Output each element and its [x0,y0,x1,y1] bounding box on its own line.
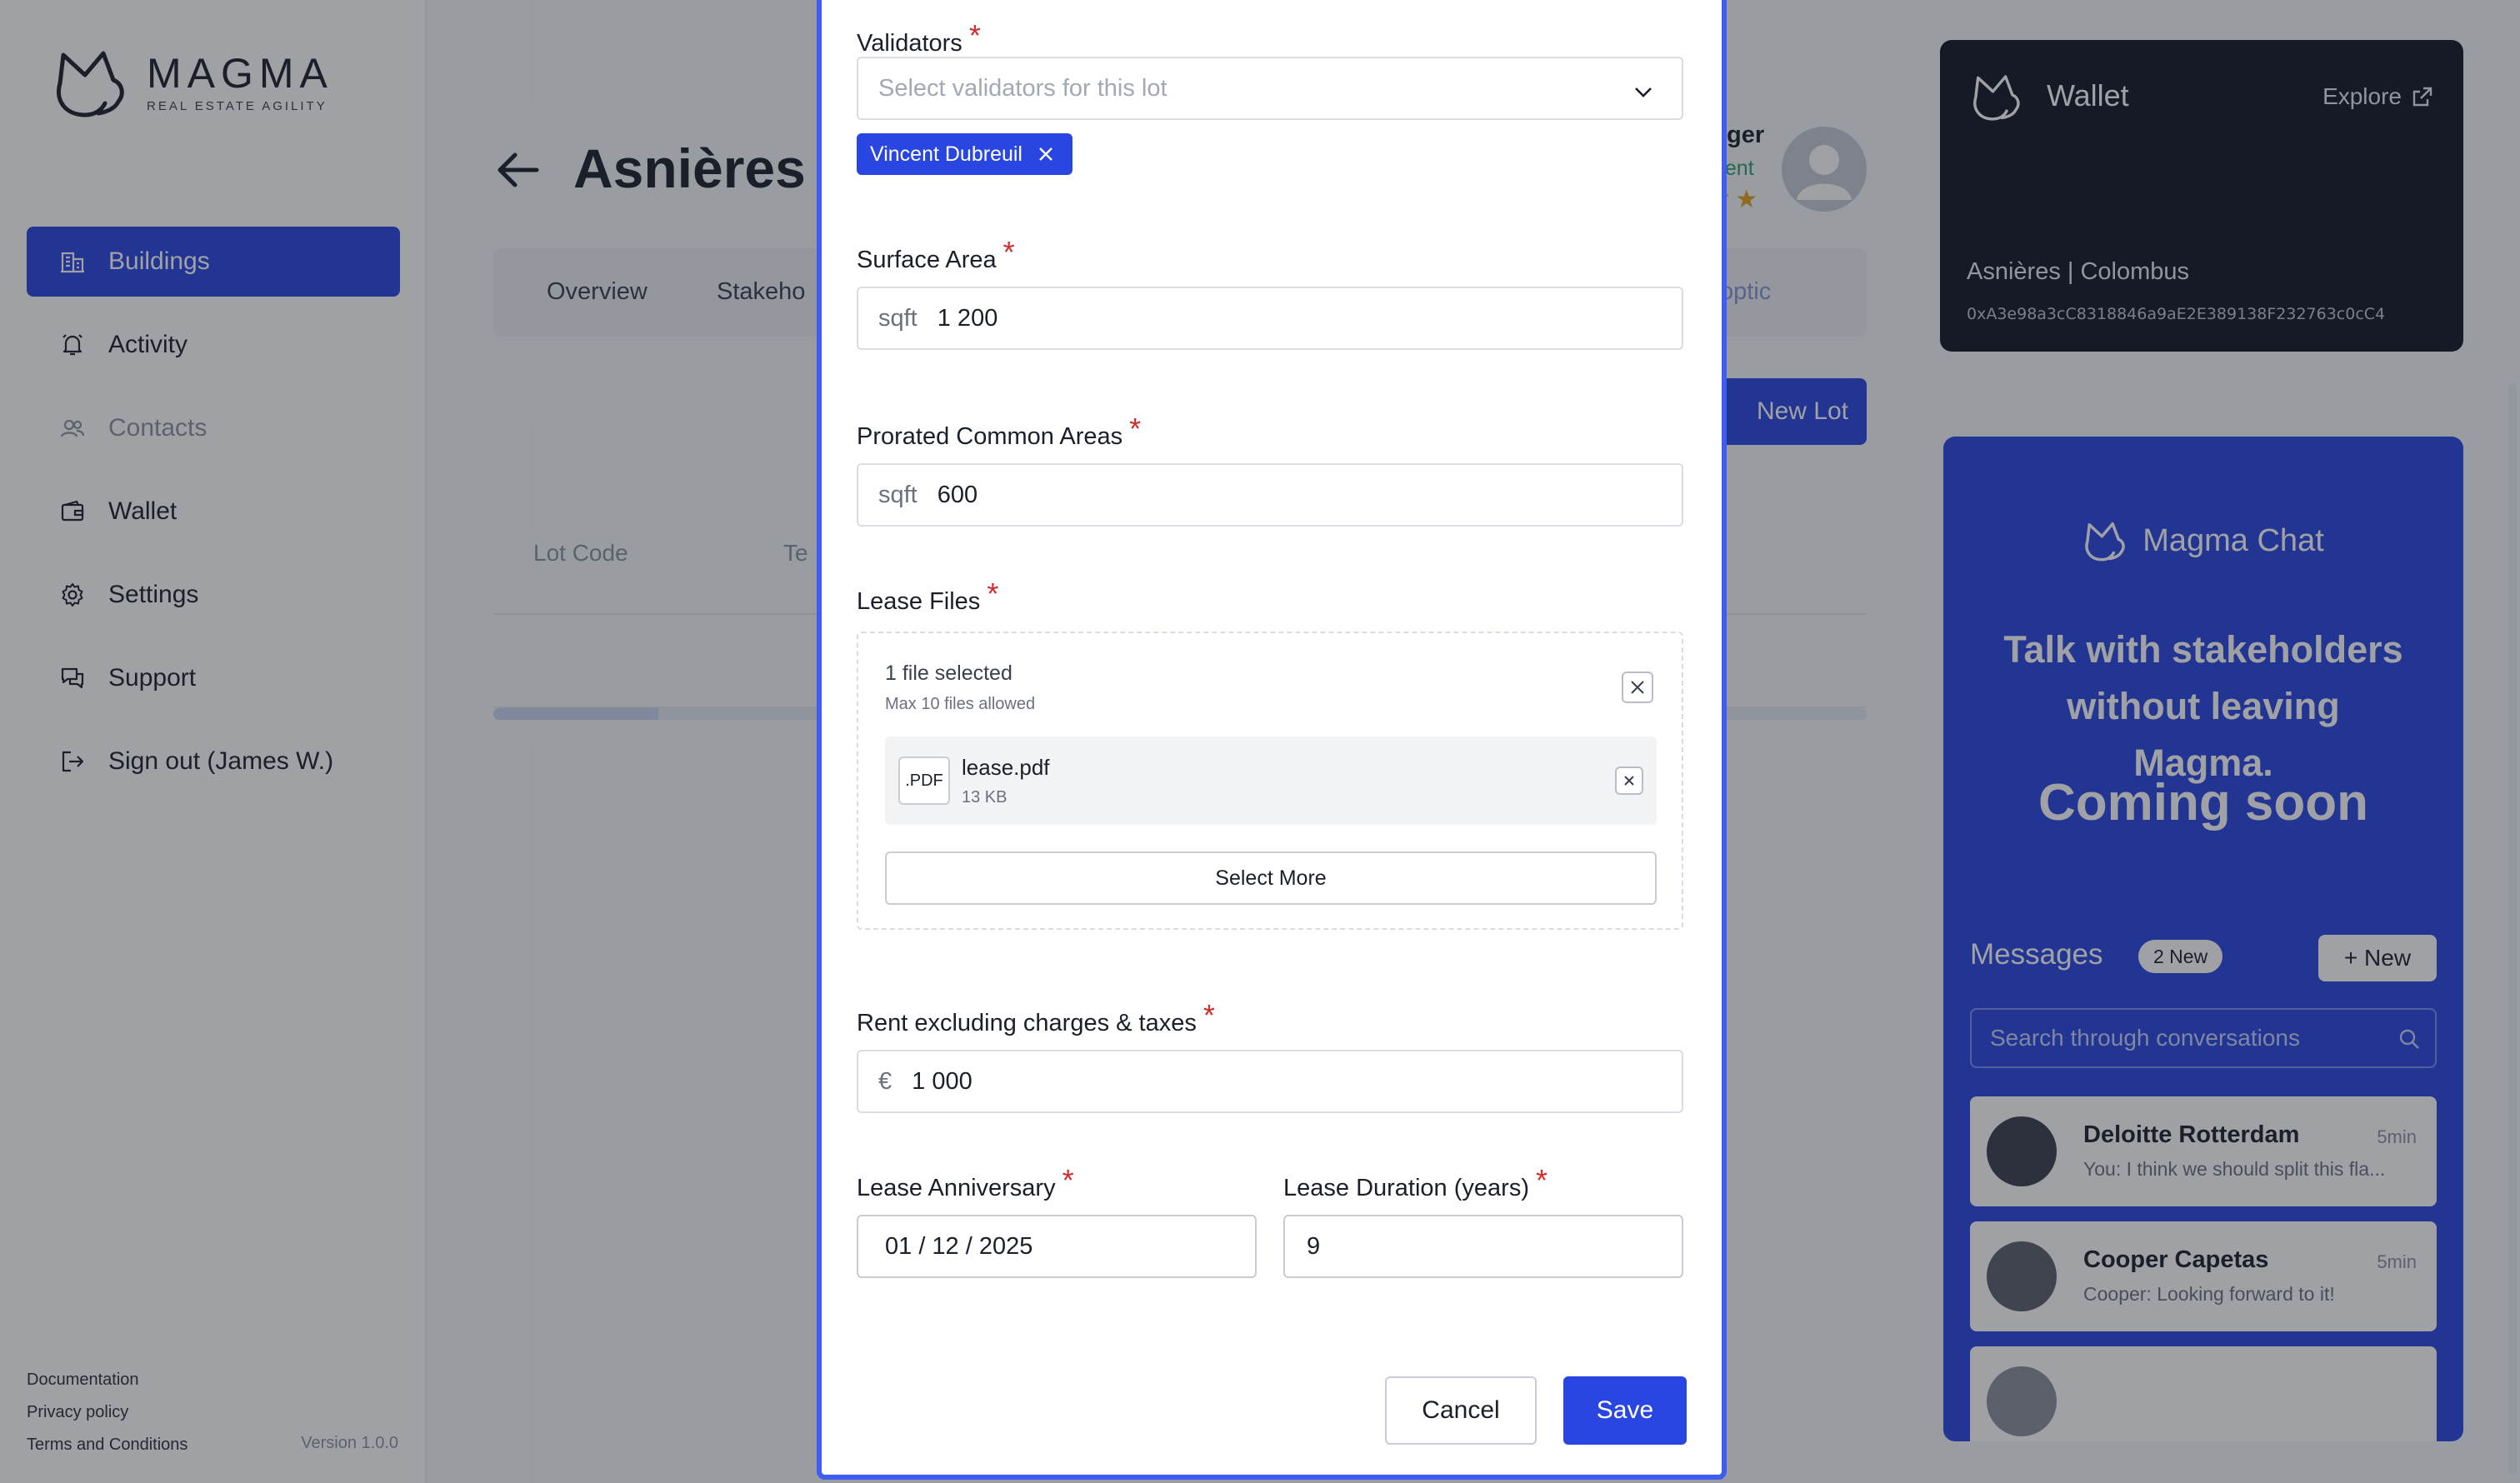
files-max-hint: Max 10 files allowed [885,695,1036,713]
file-size: 13 KB [962,788,1008,806]
edit-lot-modal: Validators * Select validators for this l… [817,0,1727,1480]
lease-duration-field[interactable]: 9 [1283,1215,1683,1278]
prorated-unit: sqft [878,481,918,508]
surface-area-label: Surface Area * [857,235,1015,273]
close-icon [1631,681,1644,694]
chevron-down-icon [1635,87,1652,97]
cancel-button[interactable]: Cancel [1385,1376,1537,1445]
prorated-common-areas-label: Prorated Common Areas * [857,412,1142,450]
required-mark: * [1202,998,1215,1032]
close-icon [1624,776,1634,786]
required-mark: * [1129,412,1142,446]
required-mark: * [968,18,981,52]
lease-files-label: Lease Files * [857,577,999,615]
prorated-value: 600 [937,481,978,508]
clear-files-button[interactable] [1622,672,1653,703]
lease-duration-label: Lease Duration (years) * [1283,1163,1548,1201]
prorated-common-areas-field[interactable]: sqft 600 [857,463,1683,527]
required-mark: * [1535,1163,1548,1197]
validator-chip-label: Vincent Dubreuil [870,142,1022,166]
files-selected-count: 1 file selected [885,662,1012,685]
required-mark: * [1002,235,1015,269]
file-name: lease.pdf [962,755,1050,780]
required-mark: * [987,577,999,611]
validators-placeholder: Select validators for this lot [878,74,1168,102]
surface-area-field[interactable]: sqft 1 200 [857,287,1683,350]
required-mark: * [1062,1163,1074,1197]
save-button[interactable]: Save [1563,1376,1687,1445]
rent-label: Rent excluding charges & taxes * [857,998,1215,1036]
file-item: .PDF lease.pdf 13 KB [885,737,1657,825]
lease-files-dropzone[interactable]: 1 file selected Max 10 files allowed .PD… [857,632,1683,930]
lease-anniversary-label: Lease Anniversary * [857,1163,1074,1201]
close-icon[interactable] [1038,146,1054,162]
validators-select[interactable]: Select validators for this lot [857,57,1683,120]
rent-currency: € [878,1067,892,1095]
select-more-button[interactable]: Select More [885,851,1657,905]
lease-anniversary-date-field[interactable]: 01 / 12 / 2025 [857,1215,1257,1278]
page-scrollbar[interactable] [2508,383,2517,1475]
remove-file-button[interactable] [1615,766,1643,795]
rent-field[interactable]: € 1 000 [857,1050,1683,1113]
validators-label: Validators * [857,18,981,57]
pdf-file-icon: .PDF [898,756,950,805]
rent-value: 1 000 [912,1067,972,1095]
validator-chip: Vincent Dubreuil [857,133,1072,175]
surface-area-unit: sqft [878,304,918,332]
surface-area-value: 1 200 [937,304,998,332]
